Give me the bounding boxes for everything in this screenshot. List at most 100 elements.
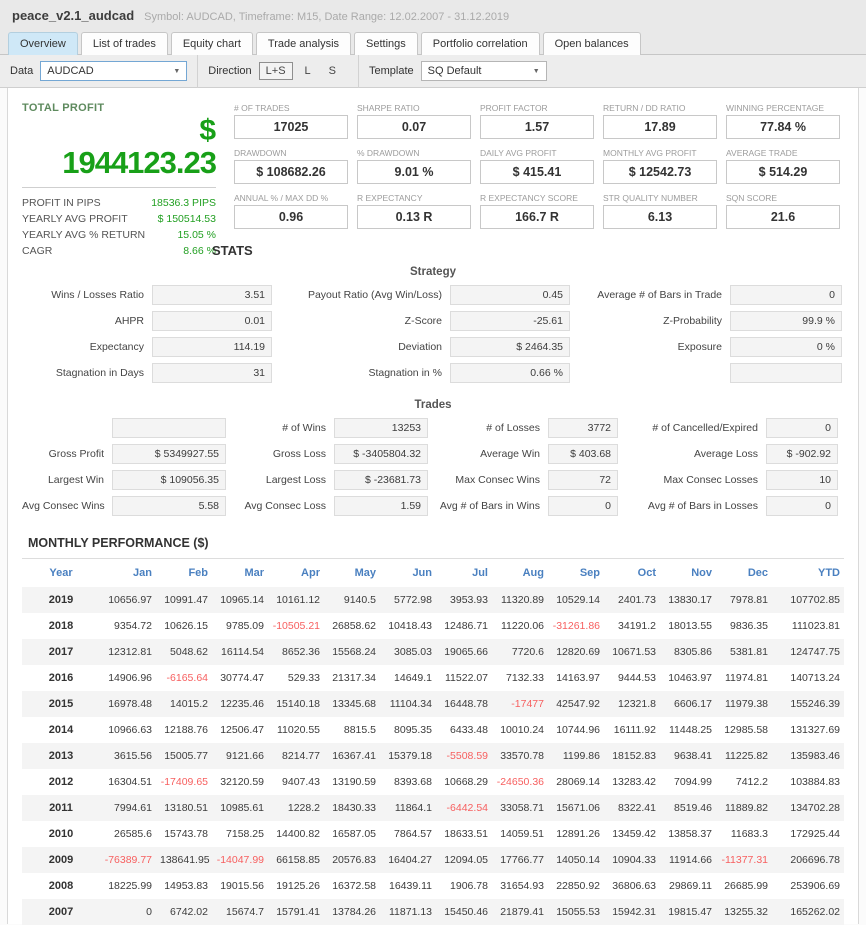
value-cell: 529.33 <box>287 672 320 684</box>
stat-label: MONTHLY AVG PROFIT <box>603 148 697 158</box>
profit-row-label: CAGR <box>22 245 53 257</box>
strategy-stats-table: Wins / Losses Ratio 3.51 Payout Ratio (Avg… <box>22 285 844 383</box>
stat-winning-percentage: WINNING PERCENTAGE 77.84 % <box>726 102 840 139</box>
tab-portfolio-correlation[interactable]: Portfolio correlation <box>420 32 540 55</box>
value-cell: 7864.57 <box>394 828 432 840</box>
tab-list-of-trades[interactable]: List of trades <box>80 32 168 55</box>
value-cell: 18225.99 <box>108 880 152 892</box>
stat-value-box: $ -3405804.32 <box>334 444 428 464</box>
trades-stats-table: # of Wins 13253 # of Losses 3772 # of Cancel… <box>22 418 844 516</box>
value-cell: 9140.5 <box>343 594 376 606</box>
table-row-2011: 2011 7994.61 13180.51 10985.61 1228.2 18430.3… <box>22 795 844 821</box>
value-cell: 10985.61 <box>220 802 264 814</box>
direction-label: Direction <box>208 65 252 77</box>
tab-overview[interactable]: Overview <box>8 32 78 55</box>
stat-value-box: 0 <box>730 285 842 305</box>
value-cell: 10904.33 <box>612 854 656 866</box>
value-cell: 33058.71 <box>500 802 544 814</box>
year-cell: 2018 <box>48 620 74 632</box>
profit-summary-row: YEARLY AVG % RETURN 15.05 % <box>22 227 216 243</box>
value-cell: 16111.92 <box>613 724 656 736</box>
value-cell: 18633.51 <box>444 828 488 840</box>
value-cell: 15568.24 <box>332 646 376 658</box>
stat-label-avg-of-bars-in-losses: Avg # of Bars in Losses <box>647 500 758 512</box>
stat-label: ANNUAL % / MAX DD % <box>234 193 329 203</box>
direction-option-s[interactable]: S <box>323 63 342 79</box>
stat-value-box: $ 403.68 <box>548 444 618 464</box>
value-cell: 8393.68 <box>394 776 432 788</box>
stat-value-box: 0 <box>766 496 838 516</box>
column-header-mar: Mar <box>212 558 268 587</box>
value-cell: -11377.31 <box>721 854 768 866</box>
table-row-2018: 2018 9354.72 10626.15 9785.09 -10505.21 26858… <box>22 613 844 639</box>
stat-value: 21.6 <box>726 205 840 229</box>
column-header-jul: Jul <box>436 558 492 587</box>
stat-of-trades: # OF TRADES 17025 <box>234 102 348 139</box>
value-cell: 9354.72 <box>114 620 152 632</box>
toolbar: Data AUDCAD ▼ Direction L+S L S Template S… <box>0 54 866 88</box>
stat-label: R EXPECTANCY <box>357 193 423 203</box>
column-header-may: May <box>324 558 380 587</box>
value-cell: 16304.51 <box>108 776 152 788</box>
value-cell: 12985.58 <box>724 724 768 736</box>
tab-open-balances[interactable]: Open balances <box>542 32 641 55</box>
data-group: Data AUDCAD ▼ <box>0 55 197 88</box>
value-cell: 32120.59 <box>220 776 264 788</box>
table-row-2014: 2014 10966.63 12188.76 12506.47 11020.55 8815… <box>22 717 844 743</box>
stat-value-box <box>112 418 226 438</box>
value-cell: 15942.31 <box>612 906 656 918</box>
monthly-performance-table: Year Jan Feb Mar Apr May Jun Jul Aug Sep Oct Nov Dec… <box>22 558 844 925</box>
trades-table-title: Trades <box>414 399 452 411</box>
value-cell: 15005.77 <box>164 750 208 762</box>
divider <box>22 187 216 188</box>
value-cell: 135983.46 <box>790 750 840 762</box>
stat-label-avg-of-bars-in-wins: Avg # of Bars in Wins <box>439 500 540 512</box>
tab-settings[interactable]: Settings <box>354 32 418 55</box>
year-cell: 2016 <box>48 672 74 684</box>
value-cell: 7978.81 <box>730 594 768 606</box>
stat-value-box <box>730 363 842 383</box>
template-select[interactable]: SQ Default ▼ <box>420 61 547 81</box>
value-cell: 15140.18 <box>276 698 320 710</box>
template-select-value: SQ Default <box>427 65 482 77</box>
data-select[interactable]: AUDCAD ▼ <box>40 61 188 81</box>
stat-annual-max-dd: ANNUAL % / MAX DD % 0.96 <box>234 192 348 229</box>
value-cell: 8095.35 <box>394 724 432 736</box>
total-profit-label: TOTAL PROFIT <box>22 102 105 114</box>
value-cell: 17766.77 <box>500 854 544 866</box>
value-cell: 13180.51 <box>164 802 208 814</box>
value-cell: 30774.47 <box>220 672 264 684</box>
data-label: Data <box>10 65 34 77</box>
tab-equity-chart[interactable]: Equity chart <box>170 32 253 55</box>
stat-r-expectancy: R EXPECTANCY 0.13 R <box>357 192 471 229</box>
direction-option-l[interactable]: L <box>299 63 317 79</box>
value-cell: 26858.62 <box>332 620 376 632</box>
value-cell: 7158.25 <box>226 828 264 840</box>
stat-average-trade: AVERAGE TRADE $ 514.29 <box>726 147 840 184</box>
value-cell: 206696.78 <box>790 854 840 866</box>
value-cell: 19015.56 <box>220 880 264 892</box>
value-cell: 155246.39 <box>790 698 840 710</box>
value-cell: -10505.21 <box>272 620 320 632</box>
stat-label-max-consec-wins: Max Consec Wins <box>455 474 540 486</box>
stat-value: $ 514.29 <box>726 160 840 184</box>
direction-option-l-s[interactable]: L+S <box>258 62 293 80</box>
stat-value-box: 0 <box>766 418 838 438</box>
year-cell: 2008 <box>48 880 74 892</box>
table-row-2016: 2016 14906.96 -6165.64 30774.47 529.33 21317.… <box>22 665 844 691</box>
stat-label-payout-ratio-avg-win-loss: Payout Ratio (Avg Win/Loss) <box>307 289 442 301</box>
value-cell: 15674.7 <box>226 906 264 918</box>
value-cell: 11320.89 <box>500 594 544 606</box>
value-cell: 18152.83 <box>612 750 656 762</box>
value-cell: 7994.61 <box>114 802 152 814</box>
value-cell: 14649.1 <box>394 672 432 684</box>
stat-sqn-score: SQN SCORE 21.6 <box>726 192 840 229</box>
value-cell: 13283.42 <box>612 776 656 788</box>
stat-value: $ 12542.73 <box>603 160 717 184</box>
value-cell: 21879.41 <box>500 906 544 918</box>
value-cell: 12486.71 <box>444 620 488 632</box>
tab-trade-analysis[interactable]: Trade analysis <box>255 32 352 55</box>
stat-label-stagnation-in: Stagnation in % <box>368 367 442 379</box>
monthly-header-row: Year Jan Feb Mar Apr May Jun Jul Aug Sep Oct Nov Dec… <box>22 558 844 587</box>
value-cell: 5772.98 <box>394 594 432 606</box>
